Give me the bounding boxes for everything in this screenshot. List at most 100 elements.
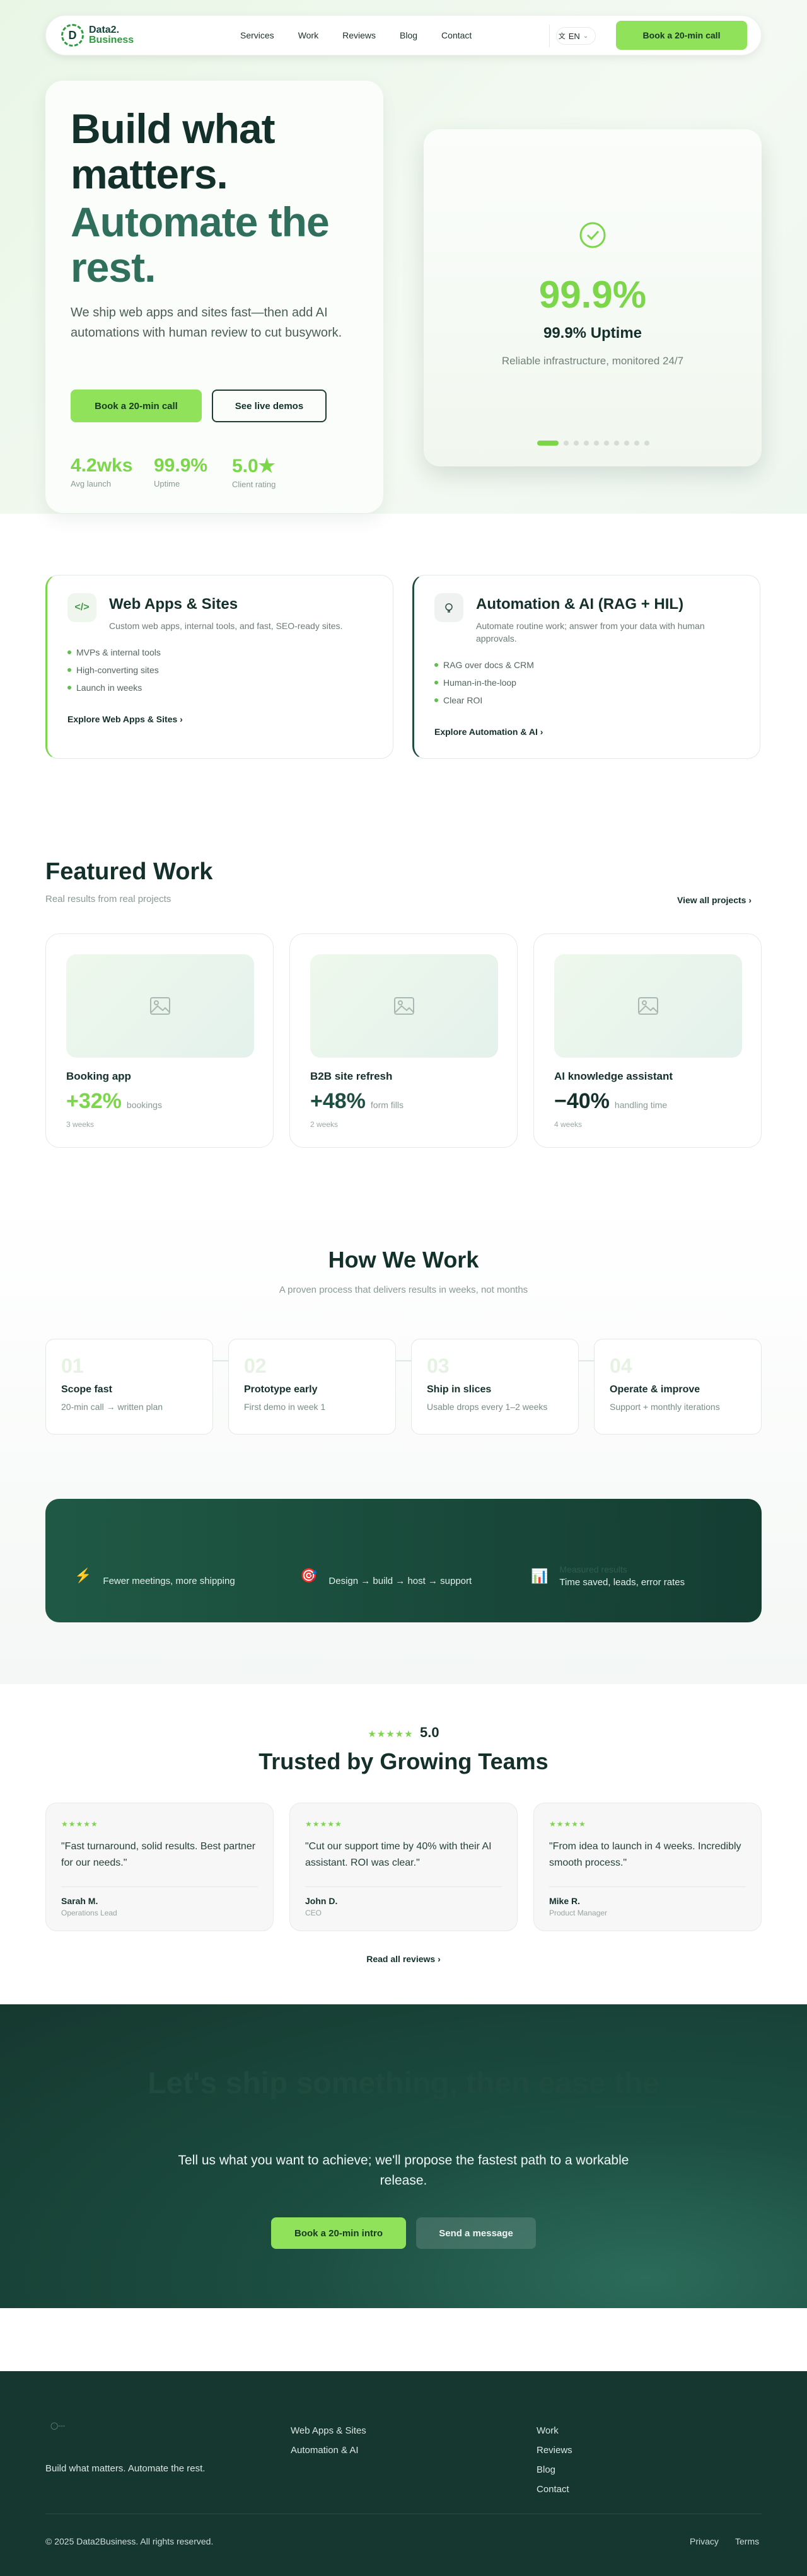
step-desc: 20-min call → written plan — [61, 1402, 163, 1412]
hero-title-line-4: rest. — [71, 244, 156, 291]
project-duration: 3 weeks — [66, 1120, 95, 1129]
link-text: Explore Automation & AI — [434, 727, 538, 737]
testimonial-quote: "From idea to launch in 4 weeks. Incredi… — [549, 1841, 741, 1868]
testimonial-card: ★★★★★ "From idea to launch in 4 weeks. In… — [533, 1803, 762, 1931]
process-step: 03 Ship in slices Usable drops every 1–2 w… — [411, 1339, 579, 1435]
bullet-item: Clear ROI — [434, 695, 534, 705]
footer-link[interactable]: Contact — [537, 2484, 572, 2495]
process-step: 01 Scope fast 20-min call → written plan — [45, 1339, 213, 1435]
carousel-dot[interactable] — [594, 441, 599, 446]
chevron-right-icon: › — [540, 727, 543, 737]
project-title: B2B site refresh — [310, 1070, 393, 1082]
stat-label: Client rating — [232, 480, 276, 489]
cta-section: Let's ship something, then ease the Tell… — [0, 2004, 807, 2308]
footer-privacy-link[interactable]: Privacy — [690, 2536, 719, 2546]
nav-link-blog[interactable]: Blog — [400, 30, 417, 40]
step-title: Scope fast — [61, 1384, 112, 1395]
footer-link[interactable]: Blog — [537, 2464, 572, 2475]
metric-value: −40% — [554, 1089, 610, 1113]
explore-web-link[interactable]: Explore Web Apps & Sites › — [67, 714, 183, 724]
carousel-dot[interactable] — [604, 441, 609, 446]
footer-copyright: © 2025 Data2Business. All rights reserve… — [45, 2536, 214, 2546]
project-title: AI knowledge assistant — [554, 1070, 673, 1082]
work-title: Featured Work — [45, 858, 213, 885]
benefit-faded-title: Measured results — [559, 1564, 627, 1574]
stars-icon: ★★★★★ — [305, 1820, 342, 1828]
service-desc: Custom web apps, internal tools, and fas… — [109, 621, 343, 631]
cta-send-message-button[interactable]: Send a message — [416, 2217, 536, 2249]
author-name: Mike R. — [549, 1896, 581, 1906]
project-card[interactable]: AI knowledge assistant −40% handling time… — [533, 933, 762, 1148]
nav-link-contact[interactable]: Contact — [441, 30, 472, 40]
benefit-text: Time saved, leads, error rates — [559, 1577, 685, 1588]
hero-book-call-button[interactable]: Book a 20-min call — [71, 390, 202, 422]
nav-link-work[interactable]: Work — [298, 30, 318, 40]
nav-link-services[interactable]: Services — [240, 30, 274, 40]
bullet-item: Launch in weeks — [67, 683, 161, 693]
nav-links: Services Work Reviews Blog Contact — [240, 30, 472, 40]
service-card-web[interactable]: </> Web Apps & Sites Custom web apps, in… — [45, 575, 393, 759]
language-selector[interactable]: 文 EN ⌄ — [549, 25, 597, 47]
cta-book-intro-button[interactable]: Book a 20-min intro — [271, 2217, 406, 2249]
service-bullets: RAG over docs & CRM Human-in-the-loop Cl… — [434, 660, 534, 713]
benefit-text: Design → build → host → support — [328, 1576, 472, 1586]
project-duration: 2 weeks — [310, 1120, 339, 1129]
benefit-item: 🎯 Design → build → host → support — [300, 1564, 472, 1587]
project-card[interactable]: B2B site refresh +48% form fills 2 weeks — [289, 933, 518, 1148]
step-title: Prototype early — [244, 1384, 318, 1395]
read-all-reviews-link[interactable]: Read all reviews › — [0, 1954, 807, 1964]
footer-terms-link[interactable]: Terms — [735, 2536, 759, 2546]
language-pill — [556, 27, 596, 45]
step-number: 01 — [61, 1354, 84, 1377]
carousel-dot[interactable] — [584, 441, 589, 446]
link-text: Read all reviews — [366, 1954, 436, 1964]
carousel-dot[interactable] — [624, 441, 629, 446]
carousel-dot[interactable] — [644, 441, 649, 446]
hero-title-line-3: Automate the — [71, 199, 330, 245]
cta-faded-title: Let's ship something, then ease the — [148, 2067, 659, 2100]
logo-wordmark[interactable]: Data2. Business — [89, 25, 134, 45]
cta-text: Tell us what you want to achieve; we'll … — [178, 2153, 629, 2188]
metric-label: bookings — [126, 1100, 162, 1110]
nav-link-reviews[interactable]: Reviews — [342, 30, 376, 40]
footer-link[interactable]: Work — [537, 2425, 572, 2436]
footer-link[interactable]: Automation & AI — [291, 2445, 366, 2456]
explore-ai-link[interactable]: Explore Automation & AI › — [434, 727, 543, 737]
carousel-dot[interactable] — [634, 441, 639, 446]
carousel-dot[interactable] — [614, 441, 619, 446]
carousel-dot[interactable] — [574, 441, 579, 446]
view-all-projects-link[interactable]: View all projects › — [677, 895, 752, 905]
reviews-title: Trusted by Growing Teams — [258, 1748, 549, 1774]
see-demos-button[interactable]: See live demos — [212, 390, 327, 422]
project-metric: +32% bookings — [66, 1089, 162, 1114]
target-icon: 🎯 — [300, 1567, 318, 1583]
divider — [305, 1886, 502, 1887]
testimonial-card: ★★★★★ "Cut our support time by 40% with t… — [289, 1803, 518, 1931]
process-title: How We Work — [328, 1247, 479, 1273]
author-role: Operations Lead — [61, 1909, 117, 1917]
footer-link[interactable]: Reviews — [537, 2445, 572, 2456]
logo-icon[interactable]: D — [61, 24, 84, 47]
metric-label: form fills — [370, 1100, 404, 1110]
stat-value: 99.9% — [154, 455, 208, 476]
chevron-right-icon: › — [438, 1954, 441, 1964]
carousel-dots — [537, 441, 649, 446]
check-circle-icon — [579, 221, 607, 249]
benefit-text: Fewer meetings, more shipping — [103, 1576, 235, 1586]
testimonial-card: ★★★★★ "Fast turnaround, solid results. Be… — [45, 1803, 274, 1931]
step-number: 03 — [427, 1354, 450, 1377]
stat-rating: 5.0★ Client rating — [232, 455, 276, 489]
carousel-dot-active[interactable] — [537, 441, 559, 446]
link-text: Explore Web Apps & Sites — [67, 714, 178, 724]
image-placeholder-icon — [66, 954, 254, 1058]
footer: ◯‐‐‐ Build what matters. Automate the re… — [0, 2371, 807, 2576]
footer-link[interactable]: Web Apps & Sites — [291, 2425, 366, 2436]
carousel-dot[interactable] — [564, 441, 569, 446]
link-text: View all projects — [677, 895, 746, 905]
author-name: John D. — [305, 1896, 338, 1906]
service-card-ai[interactable]: Automation & AI (RAG + HIL) Automate rou… — [412, 575, 760, 759]
service-title: Automation & AI (RAG + HIL) — [476, 596, 684, 613]
footer-logo-icon[interactable]: ◯‐‐‐ — [50, 2422, 76, 2430]
project-card[interactable]: Booking app +32% bookings 3 weeks — [45, 933, 274, 1148]
nav-book-call-button[interactable]: Book a 20-min call — [616, 21, 747, 50]
